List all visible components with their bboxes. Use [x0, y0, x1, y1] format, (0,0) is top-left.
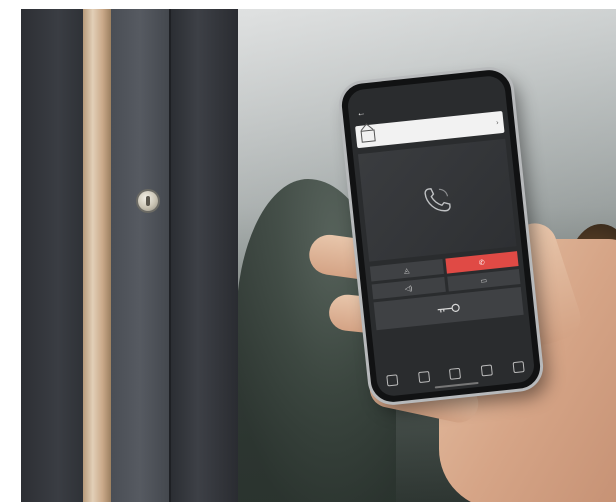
home-indicator	[434, 381, 479, 389]
info-icon	[512, 361, 525, 374]
smartphone: ← › ◬ ✆ ◁) ▭	[339, 67, 543, 405]
nav-doors[interactable]	[417, 371, 431, 385]
house-icon	[360, 129, 376, 143]
door-lock-cylinder	[138, 191, 158, 211]
door-icon	[417, 371, 431, 384]
chevron-right-icon: ›	[495, 118, 499, 127]
mic-icon: ▭	[480, 276, 488, 285]
nav-home[interactable]	[386, 374, 399, 388]
status-time	[494, 78, 495, 90]
door-frame	[169, 9, 238, 502]
home-icon	[386, 374, 399, 387]
back-arrow-icon[interactable]: ←	[356, 107, 366, 118]
gear-icon	[480, 364, 493, 377]
nav-info[interactable]	[512, 361, 525, 375]
photo-scene: ← › ◬ ✆ ◁) ▭	[21, 9, 616, 502]
hangup-icon: ✆	[478, 259, 486, 267]
call-video-area	[357, 138, 517, 262]
front-door-left-panel	[21, 9, 83, 502]
key-icon	[437, 303, 460, 313]
phone-screen: ← › ◬ ✆ ◁) ▭	[346, 74, 536, 398]
speaker-icon: ◁)	[404, 284, 413, 293]
camera-icon: ◬	[403, 267, 410, 275]
nav-messages[interactable]	[449, 367, 462, 382]
nav-settings[interactable]	[480, 364, 493, 378]
handset-icon	[424, 187, 451, 212]
front-door-panel	[111, 9, 169, 502]
wooden-door-strip	[83, 9, 111, 502]
message-icon	[449, 367, 462, 380]
